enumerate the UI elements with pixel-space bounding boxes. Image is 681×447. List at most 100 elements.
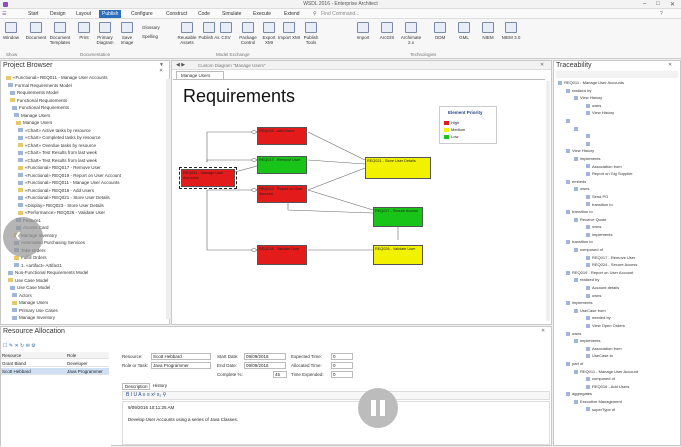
expected-field[interactable]: 0 — [331, 353, 353, 360]
list-item[interactable]: «Chart» Active tasks by resource — [4, 127, 121, 135]
list-item[interactable]: composed of — [558, 375, 638, 383]
odm-button[interactable]: ODM — [429, 22, 451, 40]
import-xmi-button[interactable]: Import XMI — [278, 22, 300, 40]
list-item[interactable]: «Display» REQ023 - Store User Details — [4, 202, 121, 210]
spelling-button[interactable]: Spelling — [142, 34, 158, 39]
print-button[interactable]: Print — [73, 22, 95, 40]
list-item[interactable]: part of — [558, 360, 638, 368]
list-item[interactable]: View Open Orders — [558, 322, 638, 330]
list-item[interactable]: transition to — [558, 201, 638, 209]
arcgis-button[interactable]: ArcGIS — [376, 22, 398, 40]
list-item[interactable]: Use Case Model — [4, 284, 121, 292]
list-item[interactable] — [558, 125, 638, 133]
menu-layout[interactable]: Layout — [76, 11, 91, 17]
node-req016[interactable]: REQ016 - Add Users — [257, 127, 307, 145]
expended-field[interactable]: 0 — [331, 371, 353, 378]
minimize-button[interactable]: – — [643, 1, 646, 7]
list-item[interactable]: «Functional» REQ011 - Manage User Accoun… — [4, 179, 121, 187]
list-item[interactable]: «Performance» REQ026 - Validate User — [4, 209, 121, 217]
menu-extend[interactable]: Extend — [284, 11, 300, 17]
glossary-button[interactable]: Glossary — [142, 25, 160, 30]
menu-construct[interactable]: Construct — [166, 11, 187, 17]
menu-execute[interactable]: Execute — [253, 11, 271, 17]
list-item[interactable]: Association from — [558, 163, 638, 171]
publish-tools-button[interactable]: Publish Tools — [300, 22, 322, 45]
list-item[interactable]: realized by — [558, 87, 638, 95]
csv-button[interactable]: CSV — [215, 22, 237, 40]
menu-code[interactable]: Code — [198, 11, 210, 17]
search-icon[interactable]: ⚲ — [313, 11, 317, 17]
list-item[interactable]: REQ011 - Manage User Account — [558, 368, 638, 376]
description-format-toolbar[interactable]: B I U A ≡ ≡ x² x₂ ⚲ — [122, 391, 550, 400]
list-item[interactable] — [558, 117, 638, 125]
list-item[interactable]: REQ011 - Manage User Accounts — [558, 79, 638, 87]
resource-field[interactable]: Scott Hebbard — [151, 353, 211, 360]
list-item[interactable]: owns — [558, 102, 638, 110]
menu-publish[interactable]: Publish — [99, 10, 122, 18]
close-resource-icon[interactable]: ✕ — [541, 328, 545, 334]
list-item[interactable]: Functional Requirements — [4, 97, 121, 105]
pause-button[interactable] — [358, 388, 398, 428]
list-item[interactable]: Association from — [558, 345, 638, 353]
project-browser-scrollbar[interactable] — [166, 79, 170, 319]
package-control-button[interactable]: Package Control — [237, 22, 259, 45]
list-item[interactable]: UseCase from — [558, 307, 638, 315]
list-item[interactable]: REQ017 - Remove User — [558, 254, 638, 262]
list-item[interactable]: 1. «artifact» Artifact1 — [4, 262, 121, 270]
help-icon[interactable]: ? — [660, 11, 663, 17]
list-item[interactable]: implements — [558, 155, 638, 163]
list-item[interactable]: realized by — [558, 276, 638, 284]
list-item[interactable]: transition to — [558, 208, 638, 216]
gml-button[interactable]: GML — [453, 22, 475, 40]
list-item[interactable]: «Functional» REQ016 - Add Users — [4, 187, 121, 195]
list-item[interactable]: owns — [558, 292, 638, 300]
list-item[interactable]: «Functional» REQ021 - Store User Details — [4, 194, 121, 202]
list-item[interactable]: Receive Quote — [558, 216, 638, 224]
table-row[interactable]: Grant Bland Developer — [1, 360, 109, 367]
window-button[interactable]: Window — [0, 22, 22, 40]
list-item[interactable] — [558, 132, 638, 140]
list-item[interactable]: REQ016 - Add Users — [558, 383, 638, 391]
list-item[interactable]: Account details — [558, 284, 638, 292]
node-req027[interactable]: REQ027 - Secure Access — [373, 207, 423, 227]
list-item[interactable]: embeds — [558, 178, 638, 186]
end-date-field[interactable]: 09/09/2016 — [244, 362, 286, 369]
list-item[interactable]: «Functional» REQ017 - Remove User — [4, 164, 121, 172]
list-item[interactable]: Send PO — [558, 193, 638, 201]
primary-diagram-button[interactable]: Primary Diagram — [94, 22, 116, 45]
list-item[interactable]: «Chart» Completed tasks by resource — [4, 134, 121, 142]
list-item[interactable]: Use Case Model — [4, 277, 121, 285]
close-button[interactable]: ✕ — [670, 1, 675, 8]
pin-icon[interactable]: ▼ ✕ — [159, 62, 169, 74]
niem3-button[interactable]: NIEM 3.0 — [500, 22, 522, 40]
list-item[interactable]: Actors — [4, 292, 121, 300]
list-item[interactable]: Manage Inventory — [4, 314, 121, 322]
list-item[interactable]: implements — [558, 337, 638, 345]
tab-description[interactable]: Description — [122, 383, 150, 390]
role-field[interactable]: Java Programmer — [151, 362, 211, 369]
node-req026[interactable]: REQ026 - Validate User — [373, 245, 423, 265]
list-item[interactable] — [558, 140, 638, 148]
list-item[interactable]: Report on Gig Supplier — [558, 170, 638, 178]
menu-start[interactable]: Start — [28, 11, 39, 17]
list-item[interactable]: «Chart» Test Results from last week — [4, 157, 121, 165]
save-image-button[interactable]: Save Image — [116, 22, 138, 45]
tab-history[interactable]: History — [151, 383, 173, 390]
list-item[interactable]: transition to — [558, 238, 638, 246]
list-item[interactable]: Requirements Model — [4, 89, 121, 97]
list-item[interactable]: Manage Users — [4, 112, 121, 120]
tab-manage-users[interactable]: Manage Users — [176, 71, 224, 79]
node-req011[interactable]: REQ011 - Manage User Accounts — [179, 167, 237, 189]
app-menu-icon[interactable]: ☰ — [2, 11, 6, 17]
list-item[interactable]: composed of — [558, 246, 638, 254]
description-editor[interactable]: 9/09/2016 10:11:25 AM Develop User Accou… — [122, 401, 550, 445]
list-item[interactable]: REQ019 - Report on User Account — [558, 269, 638, 277]
list-item[interactable]: Primary Use Cases — [4, 307, 121, 315]
list-item[interactable]: aggregates — [558, 390, 638, 398]
list-item[interactable]: Manage Users — [4, 119, 121, 127]
diagram-scrollbar[interactable] — [546, 81, 550, 321]
menu-design[interactable]: Design — [50, 11, 66, 17]
list-item[interactable]: «Chart» Overdue tasks by resource — [4, 142, 121, 150]
list-item[interactable]: owns — [558, 185, 638, 193]
node-req019[interactable]: REQ019 - Report on User Account — [257, 185, 307, 203]
